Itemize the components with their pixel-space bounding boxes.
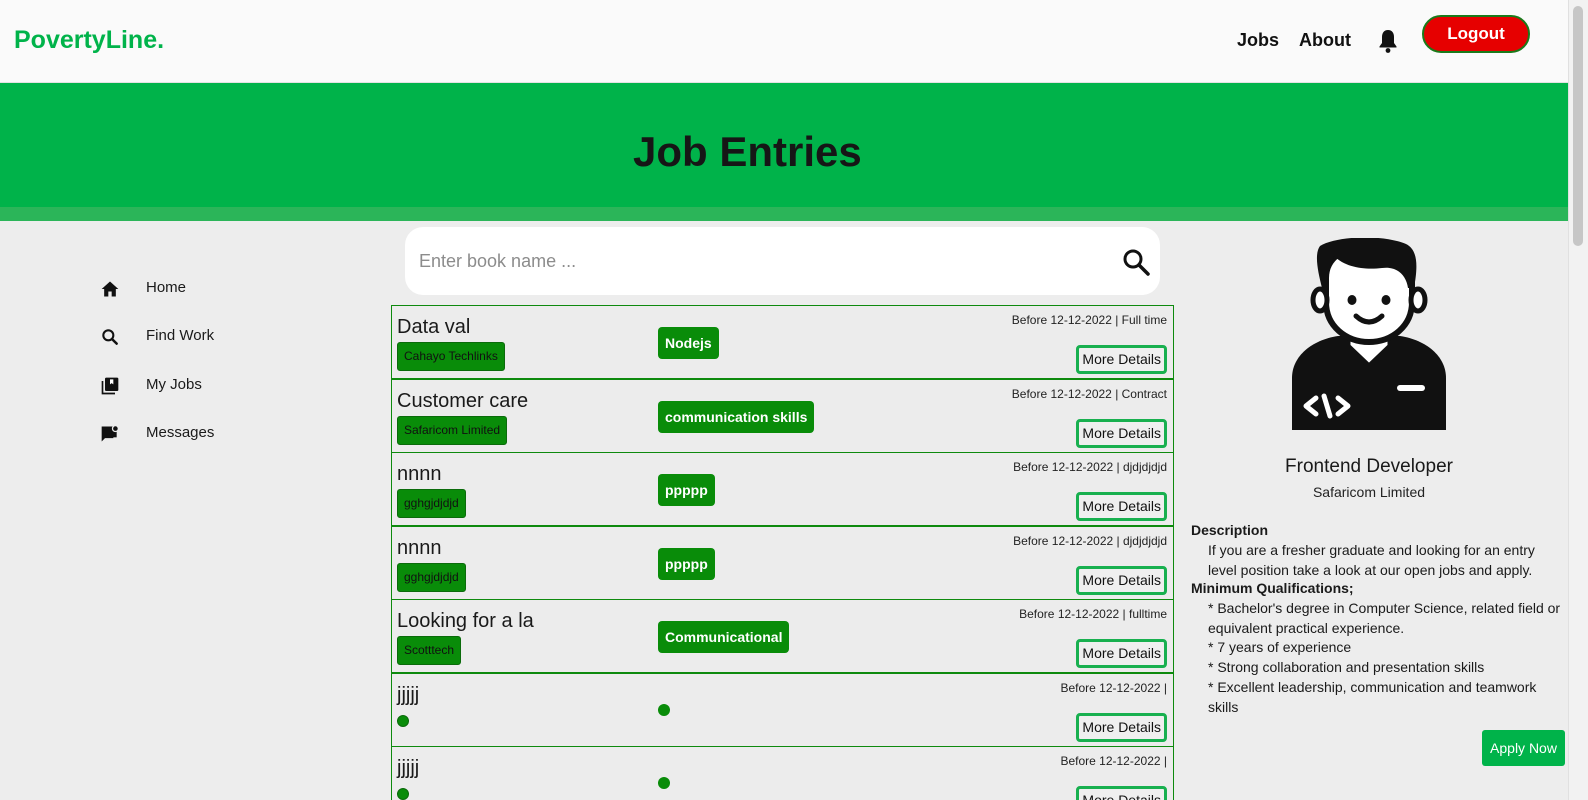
home-icon — [101, 281, 119, 297]
job-title: jjjjj — [397, 757, 420, 779]
job-meta: Before 12-12-2022 | — [1060, 680, 1167, 695]
job-title: jjjjj — [397, 683, 420, 706]
job-list: Data val Cahayo Techlinks Nodejs Before … — [391, 305, 1174, 800]
job-title: Data val — [397, 316, 471, 338]
library-icon — [101, 377, 119, 395]
more-details-button[interactable]: More Details — [1076, 639, 1167, 668]
nav-link-about[interactable]: About — [1299, 30, 1351, 51]
more-details-button[interactable]: More Details — [1076, 565, 1167, 595]
job-meta: Before 12-12-2022 | Contract — [1011, 386, 1167, 401]
company-badge — [397, 788, 409, 800]
company-badge — [397, 714, 409, 727]
bell-icon[interactable] — [1376, 28, 1400, 54]
company-badge: gghgjdjdjd — [397, 489, 466, 518]
more-details-button[interactable]: More Details — [1076, 418, 1167, 448]
search-input[interactable] — [419, 245, 1099, 277]
job-meta: Before 12-12-2022 | djdjdjdjd — [1013, 533, 1167, 548]
hero-divider — [0, 207, 1568, 221]
logout-button[interactable]: Logout — [1422, 15, 1530, 53]
job-title: nnnn — [397, 536, 442, 559]
developer-avatar-icon — [1292, 238, 1446, 430]
apply-now-button[interactable]: Apply Now — [1482, 730, 1565, 766]
more-details-button[interactable]: More Details — [1076, 786, 1167, 800]
job-card: nnnn gghgjdjdjd ppppp Before 12-12-2022 … — [391, 525, 1174, 600]
skill-tag: Communicational — [658, 621, 790, 653]
qualifications-heading: Minimum Qualifications; — [1191, 580, 1354, 596]
qualification-item: * 7 years of experience — [1208, 639, 1352, 656]
skill-tag: communication skills — [658, 400, 815, 433]
job-card: Looking for a la Scotttech Communication… — [391, 599, 1174, 673]
description-heading: Description — [1191, 522, 1269, 538]
skill-tag — [658, 703, 670, 716]
skill-tag: ppppp — [658, 474, 715, 506]
job-card: Data val Cahayo Techlinks Nodejs Before … — [391, 305, 1174, 379]
top-navbar: PovertyLine. Jobs About Logout — [0, 0, 1568, 83]
nav-link-jobs[interactable]: Jobs — [1237, 30, 1279, 51]
job-meta: Before 12-12-2022 | — [1060, 754, 1167, 768]
job-company: Safaricom Limited — [1312, 484, 1426, 500]
job-title: nnnn — [397, 463, 442, 485]
company-badge: Safaricom Limited — [397, 415, 508, 445]
job-card: jjjjj Before 12-12-2022 | More Details — [391, 672, 1174, 747]
page-title: Job Entries — [633, 128, 862, 175]
search-icon[interactable] — [1121, 247, 1151, 277]
skill-tag: Nodejs — [658, 327, 719, 359]
company-badge: Cahayo Techlinks — [397, 342, 505, 371]
sidebar-item-label: Messages — [146, 424, 215, 441]
qualifications-list: * Bachelor's degree in Computer Science,… — [1208, 599, 1564, 717]
company-badge: Scotttech — [397, 636, 462, 665]
sidebar-item-label: My Jobs — [146, 376, 202, 393]
more-details-button[interactable]: More Details — [1076, 712, 1167, 742]
skill-tag: ppppp — [658, 547, 715, 580]
job-meta: Before 12-12-2022 | fulltime — [1019, 607, 1167, 621]
job-title: Customer care — [397, 389, 529, 412]
sidebar-item-label: Find Work — [146, 327, 215, 344]
job-card: jjjjj Before 12-12-2022 | More Details — [391, 746, 1174, 800]
more-details-button[interactable]: More Details — [1076, 492, 1167, 521]
qualification-item: * Bachelor's degree in Computer Science,… — [1208, 600, 1561, 636]
brand-logo[interactable]: PovertyLine. — [14, 26, 164, 55]
qualification-item: * Excellent leadership, communication an… — [1208, 678, 1537, 715]
job-role-title: Frontend Developer — [1285, 456, 1453, 477]
job-meta: Before 12-12-2022 | djdjdjdjd — [1013, 460, 1167, 474]
job-meta: Before 12-12-2022 | Full time — [1011, 313, 1167, 327]
company-badge: gghgjdjdjd — [397, 562, 466, 592]
search-bar — [405, 227, 1160, 295]
job-card: Customer care Safaricom Limited communic… — [391, 378, 1174, 453]
job-card: nnnn gghgjdjdjd ppppp Before 12-12-2022 … — [391, 452, 1174, 526]
search-icon — [102, 329, 118, 345]
scrollbar-thumb[interactable] — [1573, 6, 1583, 246]
more-details-button[interactable]: More Details — [1076, 345, 1167, 374]
sidebar-item-label: Home — [146, 279, 187, 296]
message-icon — [101, 425, 119, 442]
job-title: Looking for a la — [397, 610, 534, 632]
description-text: If you are a fresher graduate and lookin… — [1208, 542, 1535, 578]
skill-tag — [658, 777, 670, 789]
qualification-item: * Strong collaboration and presentation … — [1208, 659, 1485, 676]
